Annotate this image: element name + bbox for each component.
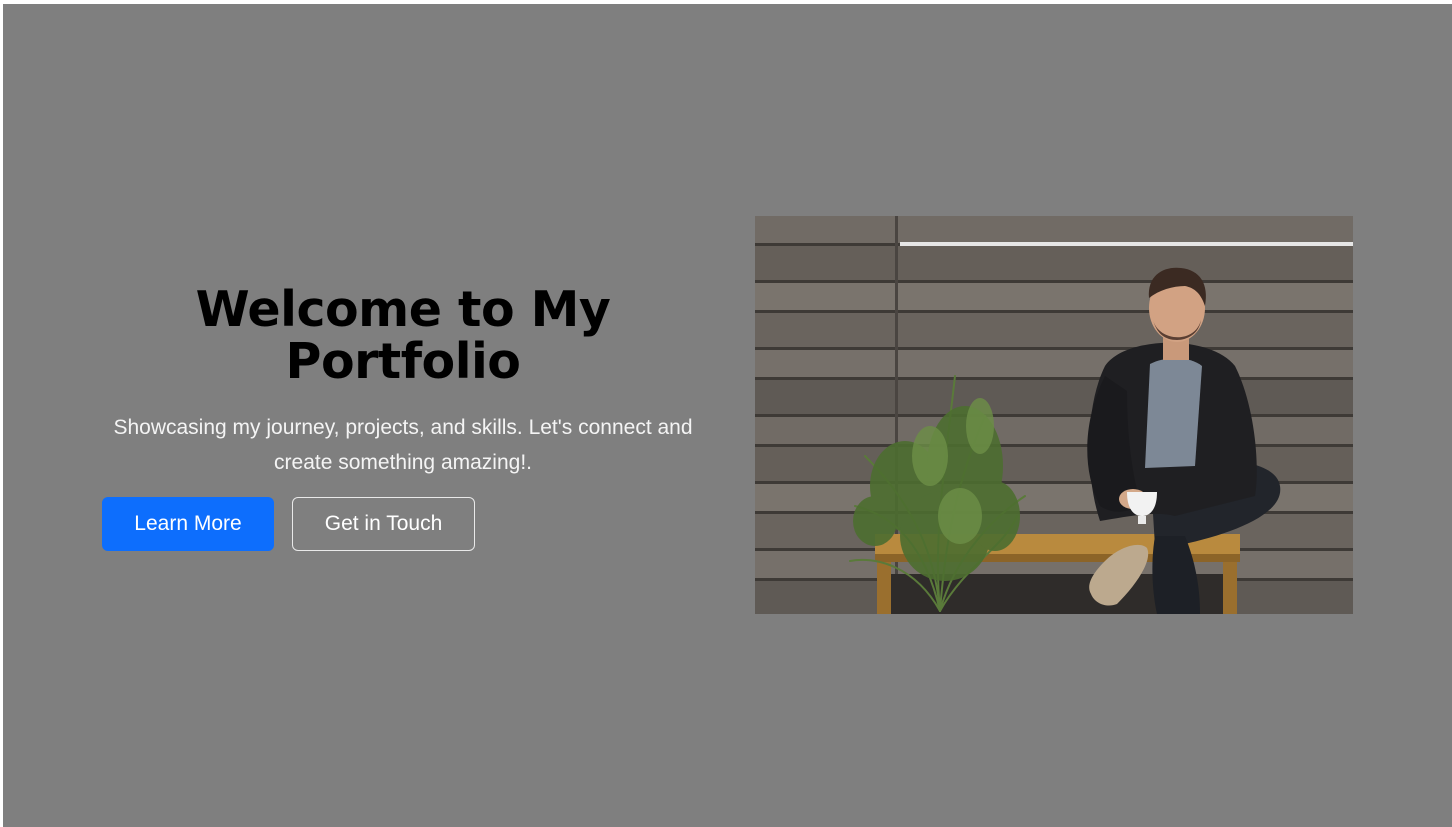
hero-subtitle: Showcasing my journey, projects, and ski… xyxy=(113,416,693,474)
learn-more-button[interactable]: Learn More xyxy=(102,497,274,551)
hero-title: Welcome to My Portfolio xyxy=(195,281,611,390)
hero-photo xyxy=(755,216,1353,614)
page-background: Welcome to My Portfolio Showcasing my jo… xyxy=(3,4,1452,827)
hero-button-row: Learn More Get in Touch xyxy=(102,497,475,551)
get-in-touch-button[interactable]: Get in Touch xyxy=(292,497,475,551)
hero-text-block: Welcome to My Portfolio Showcasing my jo… xyxy=(103,284,703,480)
